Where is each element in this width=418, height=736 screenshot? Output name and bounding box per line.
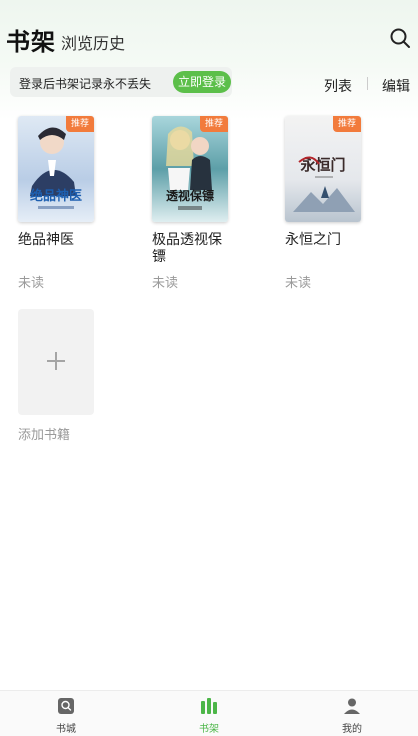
svg-text:透视保镖: 透视保镖 (166, 188, 214, 203)
edit-button[interactable]: 编辑 (382, 76, 410, 96)
tab-label: 书城 (56, 724, 76, 735)
login-banner: 登录后书架记录永不丢失 立即登录 (10, 67, 232, 97)
page-title: 书架 (6, 28, 56, 56)
action-divider (367, 77, 368, 90)
recommend-badge: 推荐 (200, 116, 228, 132)
svg-text:绝品神医: 绝品神医 (30, 188, 82, 204)
read-status: 未读 (18, 276, 45, 291)
read-status: 未读 (152, 276, 179, 291)
book-title[interactable]: 永恒之门 (285, 232, 365, 249)
book-cover[interactable]: 绝品神医 推荐 (18, 116, 94, 222)
search-icon[interactable] (388, 26, 412, 50)
book-title[interactable]: 绝品神医 (18, 232, 98, 249)
tab-label: 我的 (342, 724, 362, 735)
tab-profile[interactable]: 我的 (322, 691, 382, 736)
book-item[interactable]: 永恒门 推荐 永恒之门 未读 (285, 116, 385, 291)
read-status: 未读 (285, 276, 312, 291)
login-hint: 登录后书架记录永不丢失 (19, 77, 152, 91)
header: 书架 浏览历史 (0, 0, 418, 64)
add-book-button[interactable] (18, 309, 94, 415)
login-button[interactable]: 立即登录 (173, 71, 231, 93)
bookshelf-icon (200, 697, 218, 715)
bookshelf-page: 书架 浏览历史 登录后书架记录永不丢失 立即登录 列表 编辑 绝品神医 推荐 绝… (0, 0, 418, 736)
tab-label: 书架 (199, 724, 219, 735)
recommend-badge: 推荐 (333, 116, 361, 132)
tab-store[interactable]: 书城 (36, 691, 96, 736)
book-cover[interactable]: 透视保镖 推荐 (152, 116, 228, 222)
list-view-button[interactable]: 列表 (324, 76, 352, 96)
plus-icon (18, 309, 94, 415)
book-item[interactable]: 绝品神医 推荐 绝品神医 未读 (18, 116, 118, 291)
recommend-badge: 推荐 (66, 116, 94, 132)
book-cover[interactable]: 永恒门 推荐 (285, 116, 361, 222)
tab-bookshelf[interactable]: 书架 (179, 691, 239, 736)
history-tab[interactable]: 浏览历史 (61, 30, 125, 54)
bottom-tabbar: 书城 书架 我的 (0, 690, 418, 736)
book-item[interactable]: 透视保镖 推荐 极品透视保镖 未读 (152, 116, 252, 291)
profile-icon (343, 697, 361, 715)
store-icon (57, 697, 75, 715)
book-title[interactable]: 极品透视保镖 (152, 232, 232, 266)
add-book-label[interactable]: 添加书籍 (18, 424, 70, 443)
